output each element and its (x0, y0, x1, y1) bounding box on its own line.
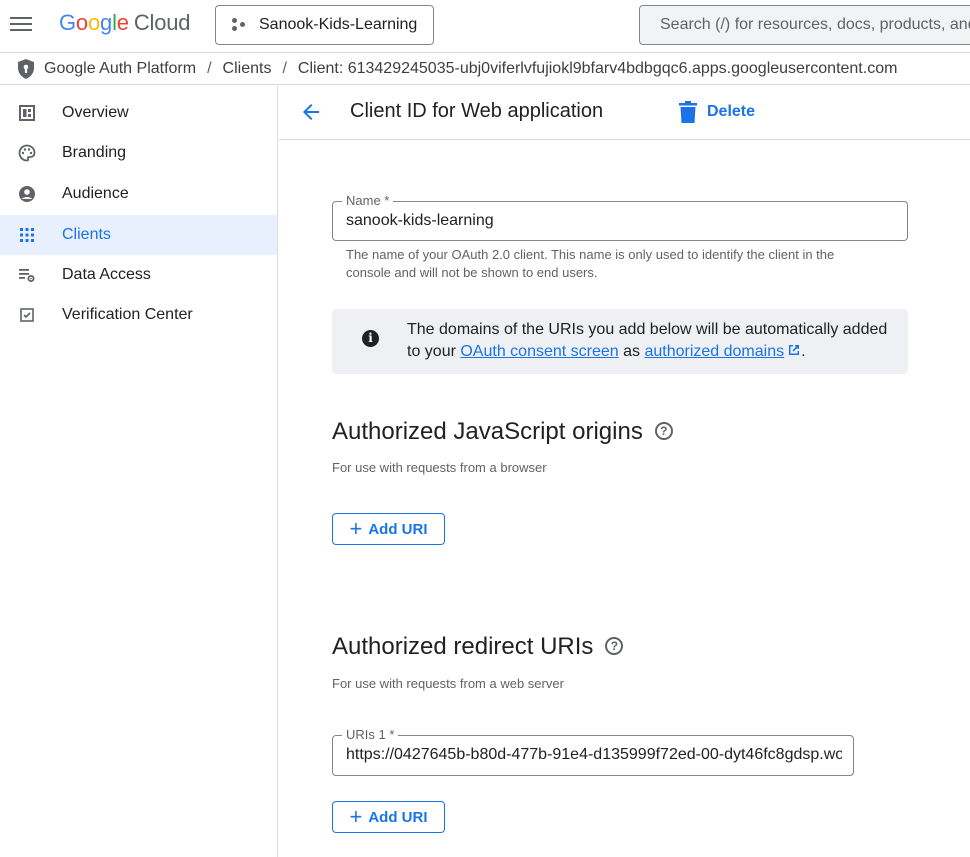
project-picker-button[interactable]: Sanook-Kids-Learning (215, 5, 434, 45)
apps-grid-icon (18, 226, 36, 244)
sidebar-item-label: Data Access (62, 266, 151, 283)
plus-icon: + (349, 804, 363, 829)
redirect-uris-subtitle: For use with requests from a web server (332, 676, 564, 691)
sidebar-item-label: Overview (62, 104, 129, 121)
delete-label: Delete (707, 103, 756, 120)
project-hierarchy-icon (232, 18, 246, 32)
name-field-hint: The name of your OAuth 2.0 client. This … (346, 247, 835, 280)
palette-icon (18, 144, 36, 162)
plus-icon: + (349, 516, 363, 541)
trash-icon (679, 101, 697, 123)
sidebar-item-label: Clients (62, 226, 111, 243)
page-header: Client ID for Web application Delete (279, 86, 970, 140)
info-banner-text: The domains of the URIs you add below wi… (407, 321, 888, 360)
sidebar: Overview Branding Audience Clients Data … (0, 86, 278, 857)
sidebar-item-clients[interactable]: Clients (0, 215, 277, 255)
dashboard-icon (18, 104, 36, 122)
info-banner: i The domains of the URIs you add below … (332, 309, 908, 374)
sidebar-item-audience[interactable]: Audience (0, 174, 277, 214)
redirect-uri-1-field[interactable]: URIs 1 * https://0427645b-b80d-477b-91e4… (332, 727, 854, 776)
js-origins-subtitle: For use with requests from a browser (332, 460, 547, 475)
breadcrumb-auth-platform[interactable]: Google Auth Platform (44, 60, 196, 78)
name-field-value: sanook-kids-learning (346, 212, 494, 229)
add-js-origin-button[interactable]: + Add URI (332, 513, 445, 545)
breadcrumb-separator: / (282, 59, 287, 77)
authorized-domains-link[interactable]: authorized domains (644, 343, 784, 360)
top-bar: Google Cloud Sanook-Kids-Learning Search … (0, 0, 970, 50)
breadcrumb-current-client: Client: 613429245035-ubj0viferlvfujiokl9… (297, 59, 898, 77)
breadcrumb-separator: / (207, 59, 212, 77)
help-icon[interactable]: ? (654, 422, 673, 440)
add-redirect-uri-button[interactable]: + Add URI (332, 801, 445, 833)
help-icon[interactable]: ? (605, 637, 624, 655)
sidebar-item-data-access[interactable]: Data Access (0, 255, 277, 295)
main-content: Client ID for Web application Delete Nam… (279, 86, 970, 857)
sidebar-item-branding[interactable]: Branding (0, 133, 277, 173)
search-input[interactable]: Search (/) for resources, docs, products… (639, 5, 970, 45)
name-field[interactable]: Name * sanook-kids-learning (332, 193, 908, 241)
search-placeholder: Search (/) for resources, docs, products… (660, 16, 970, 33)
hamburger-menu-icon[interactable] (10, 14, 32, 36)
sidebar-item-label: Audience (62, 185, 129, 202)
redirect-uris-title: Authorized redirect URIs? (332, 633, 624, 661)
redirect-uri-1-value: https://0427645b-b80d-477b-91e4-d135999f… (346, 746, 842, 763)
breadcrumb-clients[interactable]: Clients (223, 60, 272, 78)
oauth-consent-screen-link[interactable]: OAuth consent screen (460, 343, 618, 360)
sidebar-item-verification-center[interactable]: Verification Center (0, 295, 277, 335)
name-field-label: Name * (342, 193, 394, 208)
external-link-icon (789, 345, 800, 355)
checkbox-icon (18, 306, 36, 324)
back-arrow-icon[interactable] (299, 100, 323, 124)
data-settings-icon (18, 266, 36, 284)
delete-button[interactable]: Delete (679, 99, 755, 125)
shield-icon (18, 58, 34, 79)
redirect-uri-1-label: URIs 1 * (342, 727, 399, 742)
account-circle-icon (18, 185, 36, 203)
sidebar-item-overview[interactable]: Overview (0, 93, 277, 133)
page-title: Client ID for Web application (350, 100, 604, 122)
sidebar-item-label: Verification Center (62, 306, 193, 323)
breadcrumb: Google Auth Platform / Clients / Client:… (0, 52, 970, 85)
js-origins-title: Authorized JavaScript origins? (332, 418, 673, 446)
project-name: Sanook-Kids-Learning (259, 16, 418, 33)
info-icon: i (362, 330, 379, 347)
sidebar-item-label: Branding (62, 144, 127, 161)
google-cloud-logo[interactable]: Google Cloud (59, 10, 190, 36)
